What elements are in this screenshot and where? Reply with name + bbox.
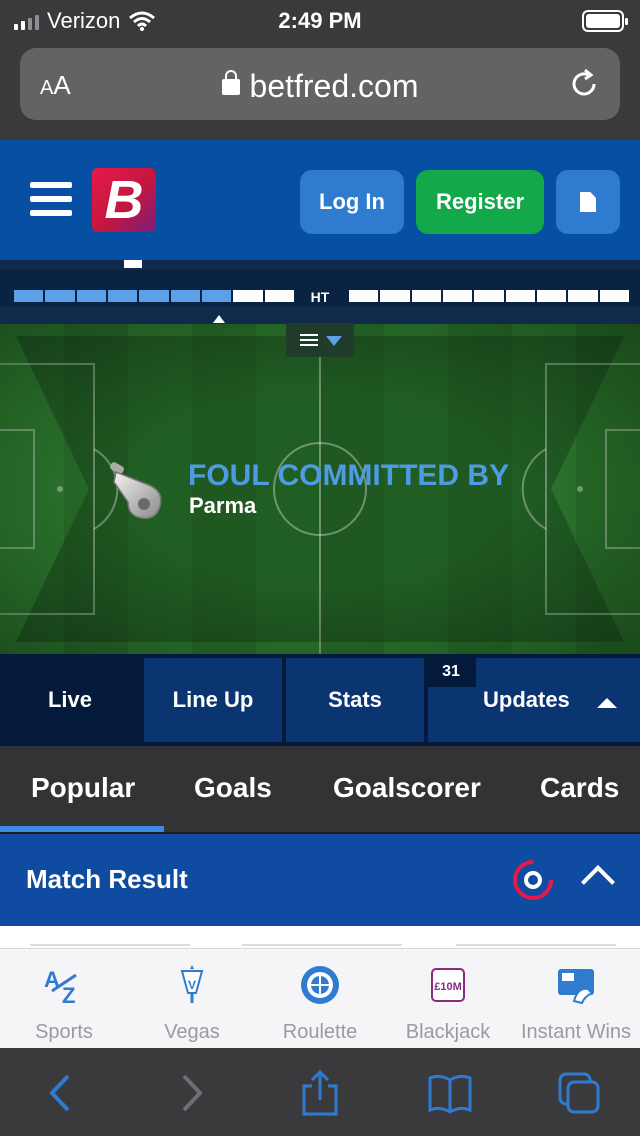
updates-count-badge: 31 [426, 657, 476, 687]
timeline-segment [349, 290, 379, 302]
share-icon[interactable] [296, 1070, 344, 1116]
scratch-card-icon [558, 969, 594, 1005]
market-tabs: Popular Goals Goalscorer Cards [0, 746, 640, 832]
bottom-app-nav: A Z Sports V Vegas Roulette £10M Blackja… [0, 948, 640, 1048]
back-icon[interactable] [38, 1070, 86, 1116]
battery-icon [582, 10, 628, 32]
nav-vegas[interactable]: V Vegas [128, 949, 256, 1049]
site-header: B Log In Register [0, 140, 640, 260]
register-button[interactable]: Register [416, 170, 544, 234]
whistle-icon [110, 462, 162, 519]
timeline-segment [505, 290, 535, 302]
vegas-sign-icon: V [180, 965, 204, 1003]
bookmarks-icon[interactable] [426, 1070, 474, 1116]
tab-stats[interactable]: Stats [286, 658, 424, 742]
cash-out-icon [513, 860, 553, 900]
forward-icon[interactable] [166, 1070, 214, 1116]
timeline-segment [76, 290, 106, 302]
timeline-segment [45, 290, 75, 302]
tab-goals[interactable]: Goals [194, 772, 272, 804]
match-timeline: HT [0, 270, 640, 306]
chevron-up-icon[interactable] [581, 865, 615, 899]
nav-label: Instant Wins [520, 1021, 632, 1043]
nav-instant-wins[interactable]: Instant Wins [512, 949, 640, 1049]
browser-toolbar [0, 1048, 640, 1136]
nav-sports[interactable]: A Z Sports [0, 949, 128, 1049]
timeline-segment [202, 290, 232, 302]
timeline-segment [568, 290, 598, 302]
tab-cards[interactable]: Cards [540, 772, 619, 804]
svg-text:£10M: £10M [434, 981, 462, 993]
timeline-segment [233, 290, 263, 302]
timeline-segment [443, 290, 473, 302]
tracker-menu-toggle[interactable] [286, 323, 354, 357]
half-time-label: HT [310, 289, 330, 305]
dropdown-arrow-icon [326, 336, 342, 346]
event-team: Parma [189, 493, 257, 518]
scroll-indicator [124, 260, 142, 268]
timeline-segment [474, 290, 504, 302]
market-header[interactable]: Match Result [0, 834, 640, 926]
timeline-segment [264, 290, 294, 302]
betfred-logo[interactable]: B [92, 168, 156, 232]
first-half-bar [14, 290, 294, 302]
timeline-segment [139, 290, 169, 302]
a-z-icon: A Z [44, 967, 77, 1007]
timeline-segment [380, 290, 410, 302]
selections-strip [0, 926, 640, 950]
nav-blackjack[interactable]: £10M Blackjack [384, 949, 512, 1049]
menu-icon[interactable] [30, 182, 72, 216]
lock-icon [221, 70, 240, 95]
timeline-segment [411, 290, 441, 302]
clock: 2:49 PM [278, 8, 362, 33]
login-button[interactable]: Log In [300, 170, 404, 234]
address-bar[interactable]: AAAA betfred.com [20, 48, 620, 120]
document-icon [580, 192, 596, 212]
timeline-segment [599, 290, 629, 302]
url-display[interactable]: betfred.com [20, 68, 620, 105]
url-text: betfred.com [249, 68, 419, 104]
nav-roulette[interactable]: Roulette [256, 949, 384, 1049]
second-half-bar [349, 290, 629, 302]
tabs-icon[interactable] [556, 1070, 604, 1116]
timeline-segment [108, 290, 138, 302]
tab-live[interactable]: Live [0, 658, 140, 742]
roulette-wheel-icon [301, 966, 339, 1004]
collapse-arrow-icon[interactable] [597, 698, 617, 708]
tab-popular[interactable]: Popular [31, 772, 135, 804]
list-icon [300, 334, 318, 349]
match-tabs: Live Line Up Stats Updates [0, 654, 640, 746]
nav-label: Vegas [164, 1021, 220, 1043]
svg-text:V: V [188, 978, 196, 992]
betslip-button[interactable] [556, 170, 620, 234]
market-title: Match Result [26, 864, 188, 894]
tab-line-up[interactable]: Line Up [144, 658, 282, 742]
match-tracker: HT [0, 260, 640, 654]
nav-label: Blackjack [405, 1021, 491, 1043]
svg-text:Z: Z [62, 983, 75, 1007]
timeline-marker [213, 315, 225, 323]
status-bar: Verizon 2:49 PM [0, 0, 640, 40]
ten-million-badge-icon: £10M [431, 968, 465, 1002]
nav-label: Roulette [282, 1021, 358, 1043]
active-tab-underline [0, 826, 164, 832]
timeline-segment [537, 290, 567, 302]
tab-goalscorer[interactable]: Goalscorer [333, 772, 481, 804]
event-title: FOUL COMMITTED BY [188, 459, 510, 492]
reload-icon[interactable] [566, 66, 602, 102]
browser-address-area: AAAA betfred.com [0, 40, 640, 140]
timeline-segment [170, 290, 200, 302]
nav-label: Sports [35, 1021, 93, 1043]
timeline-segment [14, 290, 44, 302]
